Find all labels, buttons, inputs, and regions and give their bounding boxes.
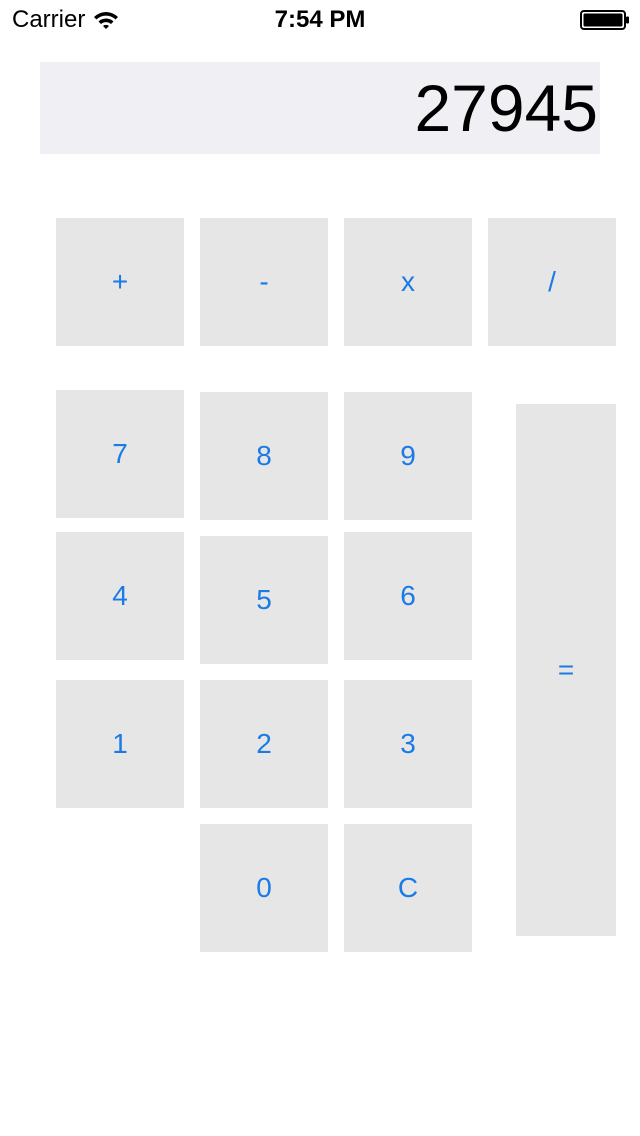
- result-display: 27945: [40, 62, 600, 154]
- battery-icon: [580, 10, 629, 30]
- digit-8-button[interactable]: 8: [200, 392, 328, 520]
- add-button[interactable]: +: [56, 218, 184, 346]
- digit-1-button[interactable]: 1: [56, 680, 184, 808]
- clear-button[interactable]: C: [344, 824, 472, 952]
- status-time: 7:54 PM: [274, 6, 366, 33]
- equals-button[interactable]: =: [516, 404, 616, 936]
- digit-2-button[interactable]: 2: [200, 680, 328, 808]
- digit-9-button[interactable]: 9: [344, 392, 472, 520]
- digit-7-button[interactable]: 7: [56, 390, 184, 518]
- digit-5-button[interactable]: 5: [200, 536, 328, 664]
- status-bar: Carrier 7:54 PM: [0, 0, 640, 40]
- multiply-button[interactable]: x: [344, 218, 472, 346]
- display-value: 27945: [414, 71, 598, 145]
- divide-button[interactable]: /: [488, 218, 616, 346]
- calculator-screen: Carrier 7:54 PM 27945 + - x / 7 8 9 4 5 …: [0, 0, 640, 1136]
- digit-3-button[interactable]: 3: [344, 680, 472, 808]
- digit-6-button[interactable]: 6: [344, 532, 472, 660]
- digit-4-button[interactable]: 4: [56, 532, 184, 660]
- digit-0-button[interactable]: 0: [200, 824, 328, 952]
- subtract-button[interactable]: -: [200, 218, 328, 346]
